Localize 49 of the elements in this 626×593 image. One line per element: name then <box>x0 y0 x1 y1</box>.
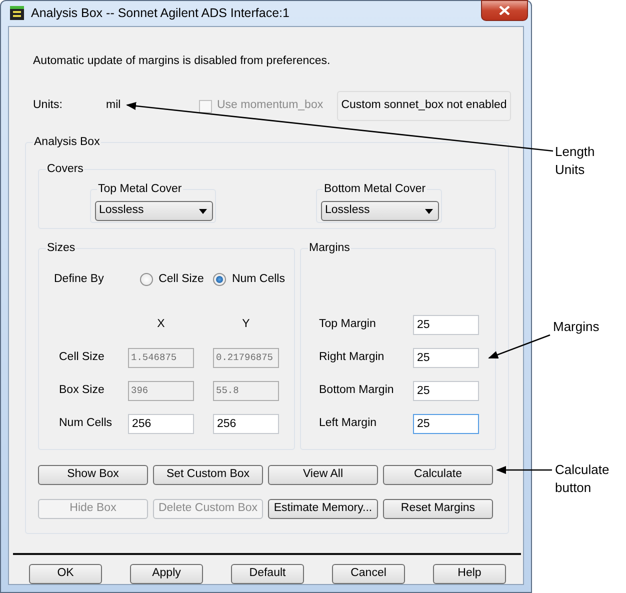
callout-label: Length Units <box>555 143 596 179</box>
action-button[interactable]: View All <box>268 465 378 485</box>
group-title: Top Metal Cover <box>97 182 183 196</box>
action-button[interactable]: Set Custom Box <box>153 465 263 485</box>
margin-field[interactable]: 25 <box>413 380 479 400</box>
radio-option[interactable]: Num Cells <box>212 270 285 288</box>
close-button[interactable] <box>481 0 528 21</box>
dialog-button[interactable]: Help <box>433 564 506 584</box>
column-header: X <box>156 316 166 332</box>
dialog-button[interactable]: Default <box>231 564 304 584</box>
group-title: Margins <box>308 241 351 255</box>
action-button[interactable]: Reset Margins <box>383 499 493 519</box>
app-icon <box>9 5 25 22</box>
margin-label: Top Margin <box>319 316 377 332</box>
margin-label: Bottom Margin <box>319 382 395 398</box>
close-icon <box>499 6 510 15</box>
callout-label: Calculate button <box>555 461 610 497</box>
row-label: Num Cells <box>59 416 114 431</box>
info-message: Automatic update of margins is disabled from preferences. <box>33 54 332 69</box>
size-field[interactable]: 256 <box>128 414 194 434</box>
margin-field[interactable]: 25 <box>413 348 479 368</box>
cover-dropdown[interactable]: Lossless <box>95 201 213 221</box>
group-title: Analysis Box <box>33 135 101 149</box>
action-button[interactable]: Calculate <box>383 465 493 485</box>
margin-field[interactable]: 25 <box>413 314 479 334</box>
dialog-button[interactable]: Cancel <box>332 564 405 584</box>
margin-label: Left Margin <box>319 416 378 431</box>
action-button[interactable]: Estimate Memory... <box>268 499 378 519</box>
action-button[interactable]: Show Box <box>38 465 148 485</box>
column-header: Y <box>241 316 251 332</box>
custom-box-status: Custom sonnet_box not enabled <box>337 91 511 121</box>
window-title: Analysis Box -- Sonnet Agilent ADS Interface:1 <box>31 5 290 22</box>
define-by-label: Define By <box>54 272 105 287</box>
callout-arrow <box>496 466 552 474</box>
radio-option[interactable]: Cell Size <box>140 270 204 288</box>
margin-field[interactable]: 25 <box>413 414 479 434</box>
margin-label: Right Margin <box>319 350 386 365</box>
row-label: Box Size <box>59 382 106 398</box>
cover-dropdown[interactable]: Lossless <box>321 201 439 221</box>
callout-label: Margins <box>553 318 600 336</box>
units-label: Units: <box>33 98 64 114</box>
callout-arrow <box>488 334 550 359</box>
caret-icon <box>425 208 433 214</box>
units-value: mil <box>106 98 122 114</box>
size-field[interactable]: 256 <box>213 414 279 434</box>
dialog-button[interactable]: Apply <box>130 564 203 584</box>
caret-icon <box>199 208 207 214</box>
row-label: Cell Size <box>59 350 106 365</box>
dialog-button[interactable]: OK <box>29 564 102 584</box>
